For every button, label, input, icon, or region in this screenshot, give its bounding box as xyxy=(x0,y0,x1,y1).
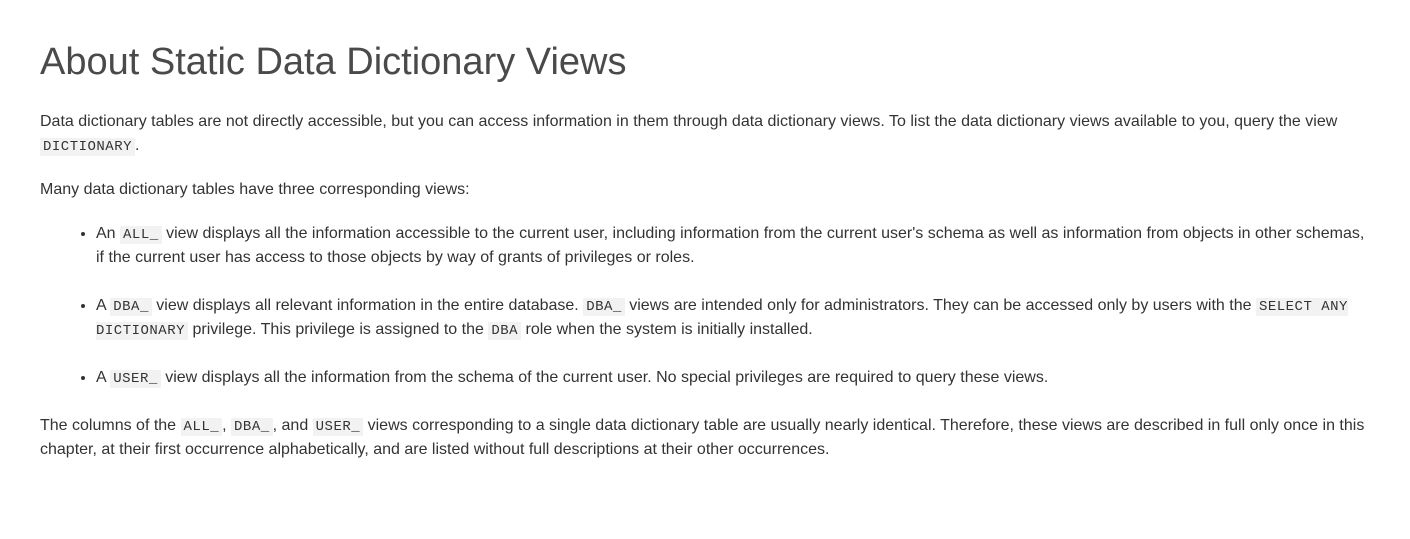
closing-text: The columns of the xyxy=(40,417,181,434)
bullet-text: view displays all relevant information i… xyxy=(152,297,583,314)
dba-prefix-code: DBA_ xyxy=(231,418,273,436)
page-title: About Static Data Dictionary Views xyxy=(40,40,1370,86)
dictionary-code: DICTIONARY xyxy=(40,138,135,156)
intro-text: Data dictionary tables are not directly … xyxy=(40,113,1337,130)
bullet-text: views are intended only for administrato… xyxy=(625,297,1256,314)
list-item: A USER_ view displays all the informatio… xyxy=(96,366,1370,390)
views-list: An ALL_ view displays all the informatio… xyxy=(40,222,1370,390)
bullet-text: view displays all the information from t… xyxy=(161,369,1049,386)
bullet-text: A xyxy=(96,369,110,386)
lead-in-paragraph: Many data dictionary tables have three c… xyxy=(40,178,1370,202)
bullet-text: A xyxy=(96,297,110,314)
dba-role-code: DBA xyxy=(488,322,521,340)
bullet-text: view displays all the information access… xyxy=(96,225,1364,266)
closing-text: , xyxy=(222,417,231,434)
user-prefix-code: USER_ xyxy=(110,370,161,388)
all-prefix-code: ALL_ xyxy=(120,226,162,244)
user-prefix-code: USER_ xyxy=(313,418,364,436)
list-item: A DBA_ view displays all relevant inform… xyxy=(96,294,1370,342)
bullet-text: privilege. This privilege is assigned to… xyxy=(188,321,488,338)
bullet-text: An xyxy=(96,225,120,242)
intro-paragraph: Data dictionary tables are not directly … xyxy=(40,110,1370,158)
dba-prefix-code: DBA_ xyxy=(583,298,625,316)
closing-text: , and xyxy=(273,417,313,434)
intro-text-after: . xyxy=(135,137,139,154)
closing-paragraph: The columns of the ALL_, DBA_, and USER_… xyxy=(40,414,1370,462)
list-item: An ALL_ view displays all the informatio… xyxy=(96,222,1370,270)
all-prefix-code: ALL_ xyxy=(181,418,223,436)
bullet-text: role when the system is initially instal… xyxy=(521,321,813,338)
dba-prefix-code: DBA_ xyxy=(110,298,152,316)
